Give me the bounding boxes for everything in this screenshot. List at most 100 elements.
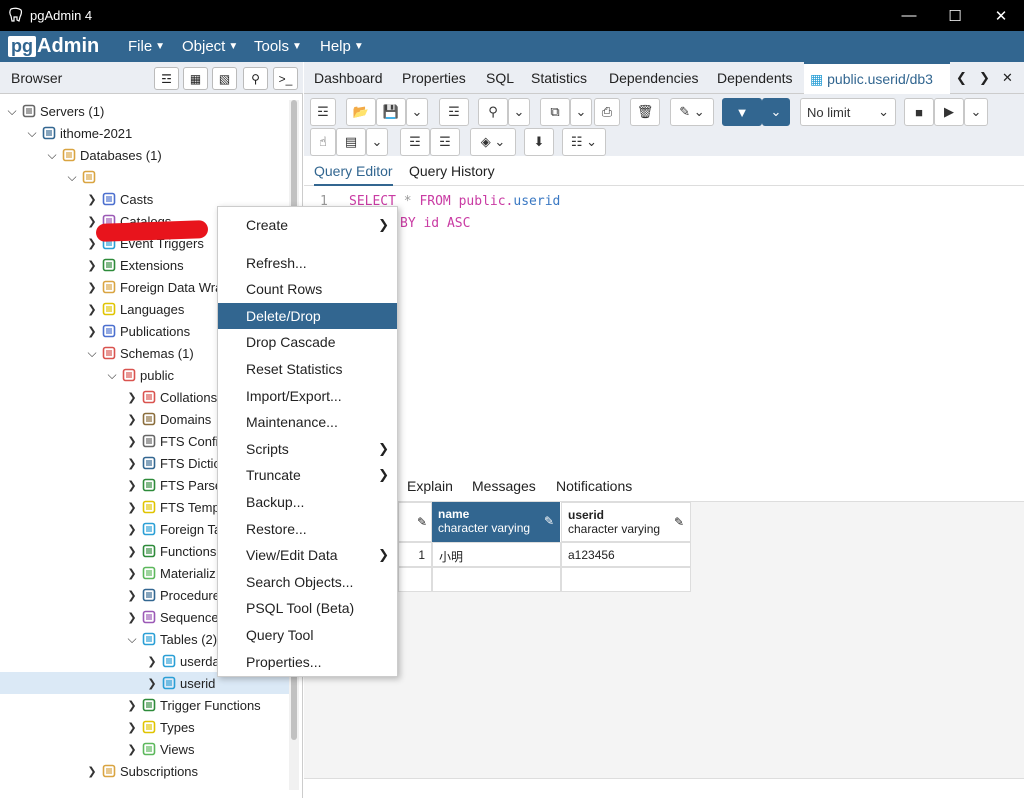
execute-icon[interactable]: ▶ (934, 98, 964, 126)
chevron-down-icon[interactable]: ⌵ (106, 368, 118, 383)
macros-dropdown-icon[interactable]: ☷ ⌄ (562, 128, 606, 156)
chevron-right-icon[interactable]: ❯ (126, 501, 138, 514)
chevron-right-icon[interactable]: ❯ (86, 765, 98, 778)
chevron-right-icon[interactable]: ❯ (126, 743, 138, 756)
commit-icon[interactable]: ☲ (400, 128, 430, 156)
chevron-right-icon[interactable]: ❯ (86, 193, 98, 206)
menu-file[interactable]: File ▼ (128, 38, 165, 55)
context-menu-item[interactable]: Properties... (218, 649, 397, 675)
chevron-right-icon[interactable]: ❯ (86, 303, 98, 316)
chevron-right-icon[interactable]: ❯ (146, 677, 158, 690)
chevron-right-icon[interactable]: ❯ (126, 567, 138, 580)
save-data-icon[interactable]: ☲ (439, 98, 469, 126)
chevron-down-icon[interactable]: ⌵ (86, 346, 98, 361)
empty-cell[interactable] (561, 567, 691, 592)
edit-dropdown-icon[interactable]: ✎ ⌄ (670, 98, 714, 126)
empty-cell[interactable] (432, 567, 561, 592)
tree-node[interactable]: ⌵ Schemas (1) (86, 342, 193, 364)
context-menu-item[interactable]: Import/Export... (218, 383, 397, 409)
view-data-icon[interactable]: ▦ (183, 67, 208, 90)
close-window-button[interactable]: ✕ (978, 0, 1024, 31)
tree-node[interactable]: ❯ Extensions (86, 254, 183, 276)
row-number[interactable]: 1 (398, 542, 432, 567)
tab-query-editor[interactable]: Query Editor (314, 163, 393, 186)
column-header-name[interactable]: name character varying ✎ (432, 502, 561, 542)
tab-scroll-left-icon[interactable]: ❮ (956, 70, 967, 86)
chevron-right-icon[interactable]: ❯ (126, 391, 138, 404)
context-menu-item[interactable]: View/Edit Data ❯ (218, 542, 397, 568)
paste-icon[interactable]: ⎙ (594, 98, 620, 126)
chevron-right-icon[interactable]: ❯ (126, 523, 138, 536)
rollback-icon[interactable]: ☲ (430, 128, 460, 156)
psql-tool-icon[interactable]: >_ (273, 67, 298, 90)
tree-node[interactable]: ❯ Publications (86, 320, 190, 342)
tab-notifications[interactable]: Notifications (556, 478, 632, 494)
cell-name[interactable]: 小明 (432, 542, 561, 567)
tree-node[interactable]: ⌵ Databases (1) (46, 144, 161, 166)
chevron-down-icon[interactable]: ⌵ (46, 148, 58, 163)
chevron-right-icon[interactable]: ❯ (126, 721, 138, 734)
chevron-right-icon[interactable]: ❯ (126, 435, 138, 448)
tree-node[interactable]: ❯ Casts (86, 188, 153, 210)
context-menu-item[interactable]: Search Objects... (218, 569, 397, 595)
tree-node[interactable]: ❯ Functions (126, 540, 216, 562)
tree-node[interactable]: ❯ FTS Temp (126, 496, 219, 518)
chevron-right-icon[interactable]: ❯ (126, 589, 138, 602)
tree-node[interactable]: ❯ Foreign Data Wra (86, 276, 222, 298)
chevron-right-icon[interactable]: ❯ (146, 655, 158, 668)
tab-properties[interactable]: Properties (402, 70, 466, 86)
chevron-right-icon[interactable]: ❯ (126, 479, 138, 492)
row-limit-select[interactable]: No limit ⌄ (800, 98, 896, 126)
search-icon[interactable]: ⚲ (243, 67, 268, 90)
context-menu-item[interactable]: Backup... (218, 489, 397, 515)
tab-scroll-right-icon[interactable]: ❯ (979, 70, 990, 86)
chevron-right-icon[interactable]: ❯ (86, 215, 98, 228)
object-explorer-query-icon[interactable]: ☲ (154, 67, 179, 90)
clear-dropdown-icon[interactable]: ◈ ⌄ (470, 128, 516, 156)
chevron-down-icon[interactable]: ⌵ (66, 170, 78, 185)
close-tab-icon[interactable]: ✕ (1002, 70, 1013, 86)
context-menu-item[interactable]: Delete/Drop (218, 302, 397, 329)
context-menu-item[interactable]: Drop Cascade (218, 329, 397, 355)
filter-icon[interactable]: ▼ (722, 98, 762, 126)
sql-editor[interactable]: 1 SELECT * FROM public.userid BY id ASC (304, 186, 1024, 468)
open-file-icon[interactable]: 📂 (346, 98, 376, 126)
save-dropdown-icon[interactable]: ⌄ (406, 98, 428, 126)
column-header-userid[interactable]: userid character varying ✎ (561, 502, 691, 542)
copy-icon[interactable]: ⧉ (540, 98, 570, 126)
menu-tools[interactable]: Tools ▼ (254, 38, 302, 55)
tree-node[interactable]: ❯ Types (126, 716, 194, 738)
tree-node[interactable]: ❯ Procedure (126, 584, 220, 606)
chevron-down-icon[interactable]: ⌵ (6, 104, 18, 119)
tree-node[interactable]: ⌵ Tables (2) (126, 628, 217, 650)
minimize-button[interactable]: — (886, 0, 932, 31)
menu-help[interactable]: Help ▼ (320, 38, 364, 55)
tab-statistics[interactable]: Statistics (531, 70, 587, 86)
tab-explain[interactable]: Explain (407, 478, 453, 494)
tree-node[interactable]: ❯ Materializ (126, 562, 215, 584)
explain-icon[interactable]: ▤ (336, 128, 366, 156)
tree-node[interactable]: ❯ Foreign Ta (126, 518, 221, 540)
tree-node[interactable]: ⌵ public (106, 364, 174, 386)
chevron-right-icon[interactable]: ❯ (126, 545, 138, 558)
find-icon[interactable]: ⚲ (478, 98, 508, 126)
tree-node[interactable]: ❯ Languages (86, 298, 184, 320)
tree-node[interactable]: ❯ userda (146, 650, 219, 672)
chevron-right-icon[interactable]: ❯ (126, 413, 138, 426)
tab-dependents[interactable]: Dependents (717, 70, 793, 86)
tab-dashboard[interactable]: Dashboard (314, 70, 383, 86)
context-menu-item[interactable]: Truncate ❯ (218, 462, 397, 488)
chevron-right-icon[interactable]: ❯ (86, 237, 98, 250)
tree-node[interactable]: ❯ Domains (126, 408, 211, 430)
find-dropdown-icon[interactable]: ⌄ (508, 98, 530, 126)
tree-node[interactable]: ❯ FTS Confi (126, 430, 218, 452)
tree-node[interactable]: ❯ Sequence (126, 606, 218, 628)
filtered-rows-icon[interactable]: ▧ (212, 67, 237, 90)
tab-sql[interactable]: SQL (486, 70, 514, 86)
cell-userid[interactable]: a123456 (561, 542, 691, 567)
maximize-button[interactable]: ☐ (932, 0, 978, 31)
context-menu-item[interactable]: Refresh... (218, 250, 397, 276)
chevron-down-icon[interactable]: ⌵ (26, 126, 38, 141)
hand-icon[interactable]: ☝ (310, 128, 336, 156)
chevron-right-icon[interactable]: ❯ (126, 611, 138, 624)
